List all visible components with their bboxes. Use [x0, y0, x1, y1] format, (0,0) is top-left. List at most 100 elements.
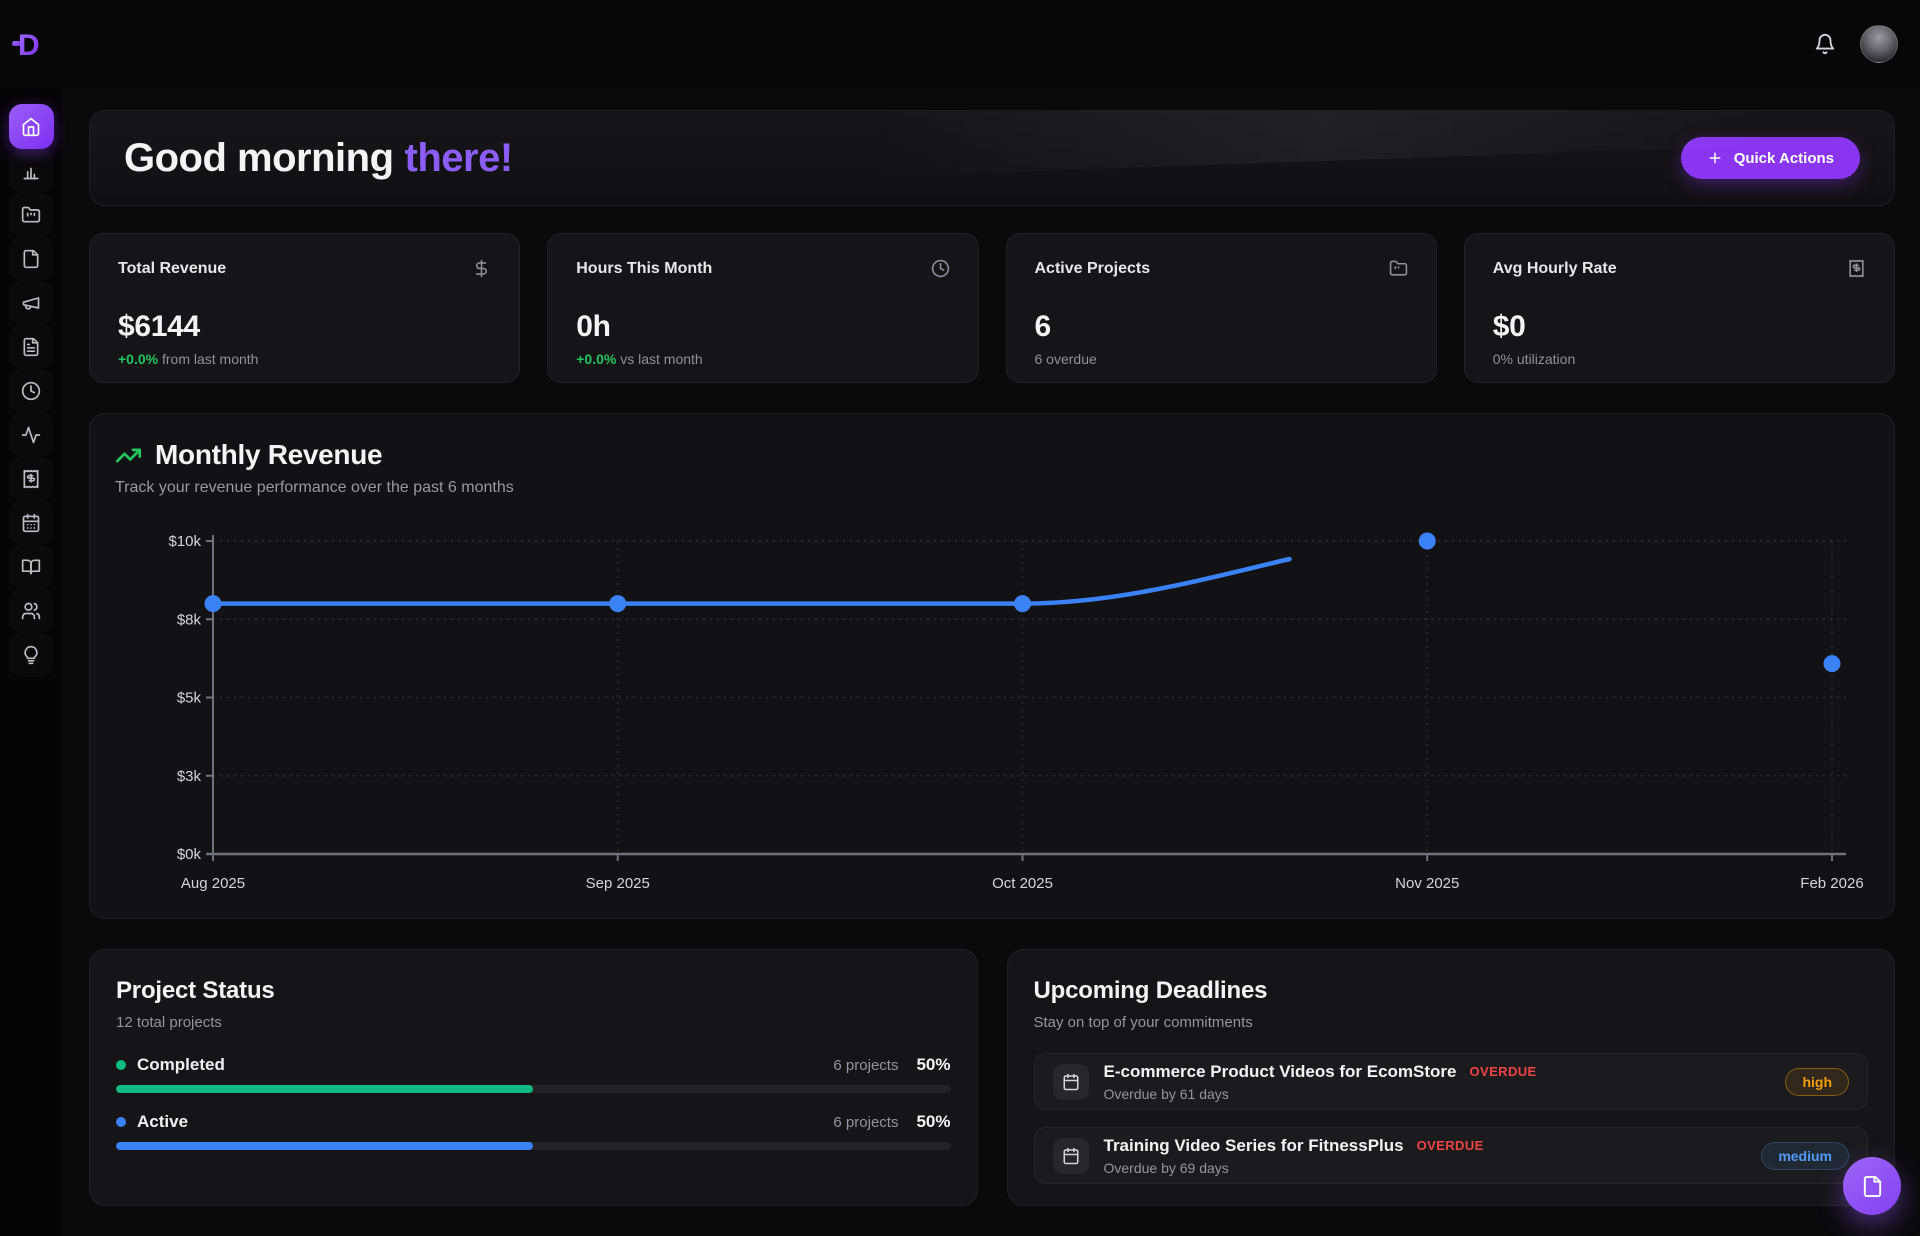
book-open-icon: [21, 557, 41, 577]
deadline-title: E-commerce Product Videos for EcomStore: [1104, 1062, 1457, 1082]
status-percent: 50%: [916, 1112, 950, 1132]
quick-actions-button[interactable]: Quick Actions: [1681, 137, 1860, 179]
file-text-icon: [21, 337, 41, 357]
stat-subtext: +0.0% from last month: [118, 351, 491, 367]
sidebar-item-resources[interactable]: [9, 545, 54, 589]
logo-d-icon: D: [10, 24, 50, 64]
chart-point[interactable]: [609, 595, 626, 612]
deadlines-title: Upcoming Deadlines: [1034, 977, 1869, 1005]
clock-icon: [21, 381, 41, 401]
x-axis-label: Oct 2025: [992, 875, 1053, 892]
deadline-item[interactable]: Training Video Series for FitnessPlus OV…: [1034, 1127, 1869, 1184]
stat-card-hours: Hours This Month 0h +0.0% vs last month: [547, 233, 978, 383]
sidebar-item-projects[interactable]: [9, 193, 54, 237]
welcome-banner: Good morningthere! Quick Actions: [89, 110, 1895, 206]
deadline-item[interactable]: E-commerce Product Videos for EcomStore …: [1034, 1053, 1869, 1110]
deadlines-subtitle: Stay on top of your commitments: [1034, 1014, 1869, 1031]
x-axis-label: Feb 2026: [1800, 875, 1863, 892]
status-label: Active: [137, 1112, 188, 1132]
app-logo[interactable]: D: [8, 22, 52, 66]
stat-delta-note: 0% utilization: [1493, 351, 1576, 367]
dollar-sign-icon: [472, 259, 491, 278]
stat-subtext: +0.0% vs last month: [576, 351, 949, 367]
stat-delta-note: vs last month: [620, 351, 702, 367]
chart-subtitle: Track your revenue performance over the …: [115, 479, 1869, 497]
sidebar-item-ideas[interactable]: [9, 633, 54, 677]
overdue-badge: OVERDUE: [1470, 1064, 1537, 1079]
trending-up-icon: [115, 442, 142, 469]
bell-icon: [1814, 33, 1836, 55]
sidebar-item-time-tracking[interactable]: [9, 369, 54, 413]
completed-progress-track: [116, 1085, 951, 1093]
x-axis-label: Nov 2025: [1395, 875, 1459, 892]
project-status-panel: Project Status 12 total projects Complet…: [89, 949, 978, 1206]
stat-delta-note: 6 overdue: [1035, 351, 1097, 367]
stats-row: Total Revenue $6144 +0.0% from last mont…: [89, 233, 1895, 383]
users-icon: [21, 601, 41, 621]
project-status-title: Project Status: [116, 977, 951, 1005]
file-icon: [21, 249, 41, 269]
sidebar-item-invoices[interactable]: [9, 457, 54, 501]
bottom-row: Project Status 12 total projects Complet…: [89, 949, 1895, 1206]
stat-delta-note: from last month: [162, 351, 258, 367]
sidebar-item-calendar[interactable]: [9, 501, 54, 545]
stat-subtext: 6 overdue: [1035, 351, 1408, 367]
stat-delta: +0.0%: [576, 351, 616, 367]
stat-label: Hours This Month: [576, 260, 712, 278]
sidebar-item-files[interactable]: [9, 237, 54, 281]
calendar-icon: [1062, 1073, 1080, 1091]
clock-icon: [931, 259, 950, 278]
chart-point[interactable]: [205, 595, 222, 612]
stat-value: $6144: [118, 310, 491, 344]
sidebar-item-home[interactable]: [9, 104, 54, 149]
upcoming-deadlines-panel: Upcoming Deadlines Stay on top of your c…: [1007, 949, 1896, 1206]
bar-chart-icon: [21, 161, 41, 181]
sidebar-item-activity[interactable]: [9, 413, 54, 457]
revenue-chart: $10k$8k$5k$3k$0kAug 2025Sep 2025Oct 2025…: [115, 531, 1869, 891]
calendar-icon: [1062, 1147, 1080, 1165]
status-count: 6 projects: [833, 1057, 898, 1074]
y-axis-label: $5k: [177, 690, 202, 707]
revenue-line-chart: $10k$8k$5k$3k$0kAug 2025Sep 2025Oct 2025…: [115, 531, 1871, 891]
greeting-text: Good morning: [124, 136, 394, 180]
sidebar-item-analytics[interactable]: [9, 149, 54, 193]
chart-point[interactable]: [1419, 533, 1436, 550]
deadline-note: Overdue by 69 days: [1104, 1160, 1484, 1176]
folder-kanban-icon: [21, 205, 41, 225]
sidebar-item-documents[interactable]: [9, 325, 54, 369]
home-icon: [21, 117, 41, 137]
active-progress-track: [116, 1142, 951, 1150]
deadline-title: Training Video Series for FitnessPlus: [1104, 1136, 1404, 1156]
overdue-badge: OVERDUE: [1417, 1138, 1484, 1153]
receipt-icon: [1847, 259, 1866, 278]
stat-card-total-revenue: Total Revenue $6144 +0.0% from last mont…: [89, 233, 520, 383]
plus-icon: [1707, 150, 1723, 166]
completed-dot: [116, 1060, 126, 1070]
activity-icon: [21, 425, 41, 445]
user-avatar[interactable]: [1860, 25, 1898, 63]
quick-actions-label: Quick Actions: [1734, 150, 1834, 167]
megaphone-icon: [21, 293, 41, 313]
chart-point[interactable]: [1824, 655, 1841, 672]
file-icon: [1861, 1175, 1884, 1198]
topbar: D: [0, 0, 1920, 88]
svg-text:D: D: [18, 29, 40, 62]
deadline-icon-chip: [1053, 1138, 1089, 1174]
deadline-icon-chip: [1053, 1064, 1089, 1100]
deadlines-list: E-commerce Product Videos for EcomStore …: [1034, 1053, 1869, 1184]
x-axis-label: Aug 2025: [181, 875, 245, 892]
priority-badge: medium: [1761, 1142, 1849, 1170]
y-axis-label: $0k: [177, 846, 202, 863]
calendar-icon: [21, 513, 41, 533]
x-axis-label: Sep 2025: [586, 875, 650, 892]
lightbulb-icon: [21, 645, 41, 665]
stat-value: 6: [1035, 310, 1408, 344]
sidebar-item-marketing[interactable]: [9, 281, 54, 325]
status-row-active: Active 6 projects 50%: [116, 1112, 951, 1150]
new-document-fab[interactable]: [1843, 1157, 1901, 1215]
chart-point[interactable]: [1014, 595, 1031, 612]
greeting-highlight: there!: [405, 136, 513, 180]
priority-badge: high: [1785, 1068, 1849, 1096]
sidebar-item-clients[interactable]: [9, 589, 54, 633]
notifications-button[interactable]: [1814, 33, 1836, 55]
